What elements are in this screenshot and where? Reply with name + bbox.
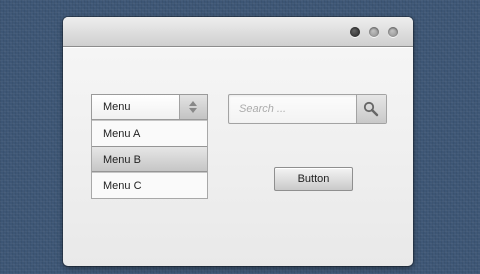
app-window: Menu Menu A Menu B Menu C Button (63, 17, 413, 266)
menu-select-value: Menu (103, 101, 131, 113)
menu-dropdown-list: Menu A Menu B Menu C (91, 120, 208, 199)
up-down-arrows-icon (189, 101, 197, 113)
select-arrows-button[interactable] (179, 95, 207, 119)
menu-item-c[interactable]: Menu C (92, 172, 207, 198)
menu-select[interactable]: Menu (91, 94, 208, 120)
action-button[interactable]: Button (274, 167, 353, 191)
menu-item-b[interactable]: Menu B (92, 146, 207, 172)
search-input[interactable] (229, 95, 357, 123)
menu-item-a[interactable]: Menu A (92, 120, 207, 146)
window-control-gray-icon[interactable] (388, 27, 398, 37)
search-box (228, 94, 387, 124)
window-control-dark-icon[interactable] (350, 27, 360, 37)
title-bar (63, 17, 413, 47)
window-control-gray-icon[interactable] (369, 27, 379, 37)
magnifier-icon (363, 101, 379, 117)
search-button[interactable] (356, 95, 386, 123)
